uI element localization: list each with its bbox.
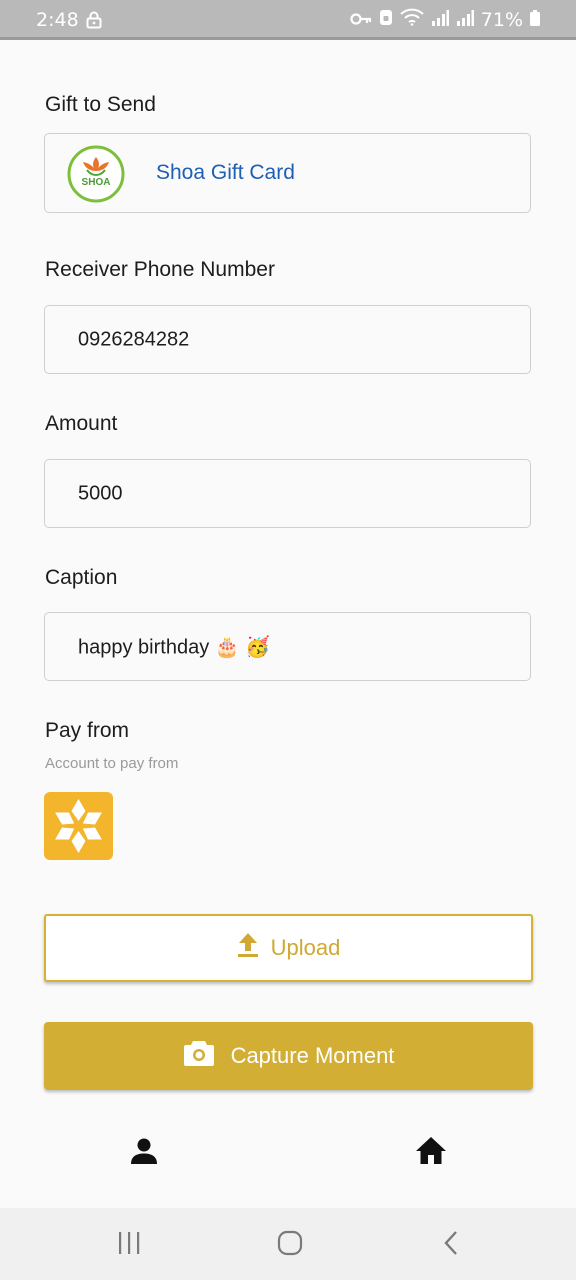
back-icon[interactable] — [442, 1230, 460, 1261]
pay-from-sublabel: Account to pay from — [45, 755, 179, 772]
status-time: 2:48 — [36, 9, 79, 31]
phone-label: Receiver Phone Number — [45, 258, 275, 281]
phone-field[interactable]: 0926284282 — [44, 305, 531, 374]
pay-from-label: Pay from — [45, 719, 130, 742]
wifi-icon — [400, 8, 424, 31]
recents-icon[interactable] — [117, 1230, 141, 1261]
battery-icon — [530, 9, 540, 31]
key-icon — [350, 9, 372, 31]
status-bar: 2:48 71% — [0, 0, 576, 40]
battery-percent: 71% — [480, 8, 523, 31]
signal-icon-1 — [431, 9, 449, 31]
caption-field[interactable]: happy birthday 🎂 🥳 — [44, 612, 531, 681]
profile-tab[interactable] — [127, 1134, 161, 1168]
gift-name: Shoa Gift Card — [156, 161, 295, 184]
caption-label: Caption — [45, 566, 118, 589]
status-divider — [0, 37, 576, 40]
phone-value: 0926284282 — [78, 328, 190, 350]
gift-selector[interactable]: SHOA Shoa Gift Card — [44, 133, 531, 213]
capture-label: Capture Moment — [230, 1043, 395, 1068]
shoa-logo-text: SHOA — [82, 177, 111, 188]
signal-icon-2 — [456, 9, 474, 31]
shoa-logo: SHOA — [67, 145, 125, 203]
upload-button[interactable]: Upload — [44, 914, 533, 982]
caption-value: happy birthday 🎂 🥳 — [78, 636, 271, 658]
upload-label: Upload — [270, 935, 341, 960]
gift-label: Gift to Send — [45, 93, 156, 116]
person-icon — [131, 1138, 157, 1164]
account-option[interactable] — [44, 792, 113, 860]
lock-icon — [86, 11, 102, 33]
home-button-icon[interactable] — [277, 1230, 303, 1261]
system-nav-bar — [0, 1208, 576, 1280]
capture-moment-button[interactable]: Capture Moment — [44, 1022, 533, 1090]
home-icon — [416, 1137, 446, 1164]
account-logo-icon — [55, 799, 102, 853]
home-tab[interactable] — [414, 1134, 448, 1168]
camera-icon — [183, 1039, 215, 1073]
vpn-icon — [379, 8, 393, 31]
amount-field[interactable]: 5000 — [44, 459, 531, 528]
upload-icon — [237, 932, 259, 964]
amount-label: Amount — [45, 412, 118, 435]
amount-value: 5000 — [78, 482, 123, 504]
status-icons: 71% — [350, 8, 540, 31]
